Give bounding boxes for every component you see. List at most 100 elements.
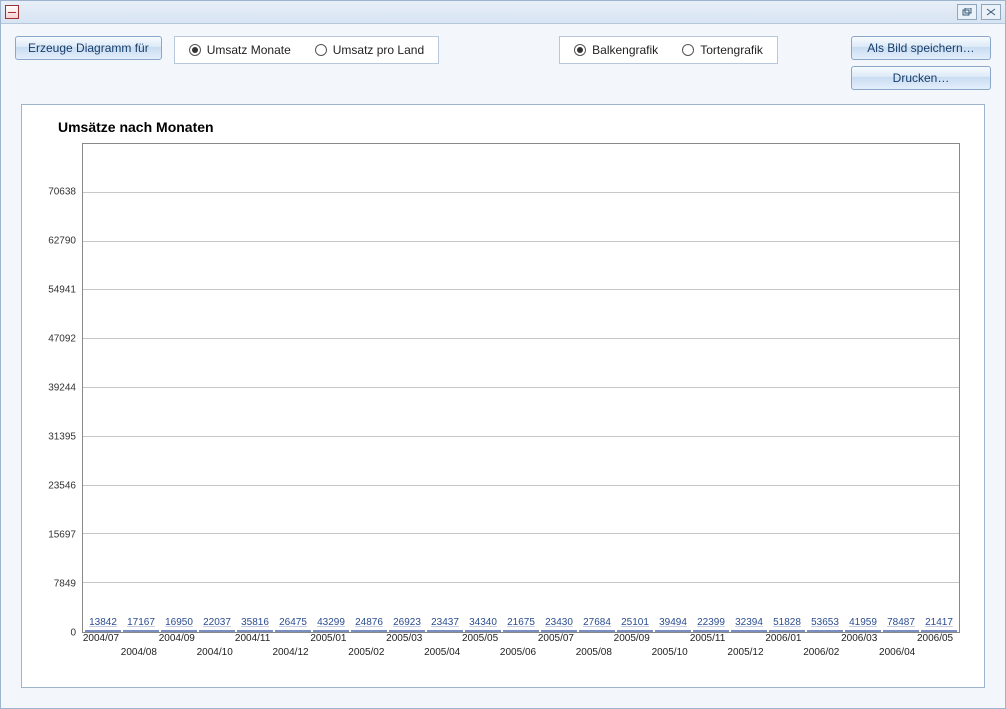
bar-value-label: 21675 xyxy=(507,617,535,628)
radio-balkengrafik[interactable]: Balkengrafik xyxy=(574,43,658,57)
grid-line xyxy=(83,387,959,388)
bar-value-label: 24876 xyxy=(355,617,383,628)
chart-type-option-group: Balkengrafik Tortengrafik xyxy=(559,36,778,64)
x-axis: 2004/072004/082004/092004/102004/112004/… xyxy=(82,633,954,673)
bar-slot: 23437 xyxy=(427,630,463,632)
plot-area: 1384217167169502203735816264754329924876… xyxy=(82,143,960,633)
x-labels: 2004/072004/082004/092004/102004/112004/… xyxy=(82,633,954,673)
grid-line xyxy=(83,485,959,486)
bar-slot: 26475 xyxy=(275,630,311,632)
x-tick-label: 2005/06 xyxy=(500,647,536,658)
bar-slot: 23430 xyxy=(541,630,577,632)
window-titlebar xyxy=(1,1,1005,24)
bar[interactable]: 21417 xyxy=(921,630,957,632)
bar[interactable]: 23437 xyxy=(427,630,463,632)
bar[interactable]: 51828 xyxy=(769,630,805,632)
radio-dot-icon xyxy=(189,44,201,56)
bar[interactable]: 78487 xyxy=(883,630,919,632)
bar[interactable]: 25101 xyxy=(617,630,653,632)
bar-value-label: 25101 xyxy=(621,617,649,628)
x-tick-label: 2005/09 xyxy=(614,633,650,644)
grid-line xyxy=(83,241,959,242)
bar[interactable]: 34340 xyxy=(465,630,501,632)
chart-panel: Umsätze nach Monaten 0784915697235463139… xyxy=(21,104,985,688)
x-tick-label: 2005/08 xyxy=(576,647,612,658)
bar[interactable]: 16950 xyxy=(161,630,197,632)
bar-value-label: 13842 xyxy=(89,617,117,628)
bar[interactable]: 27684 xyxy=(579,630,615,632)
bar-slot: 26923 xyxy=(389,630,425,632)
bar-slot: 17167 xyxy=(123,630,159,632)
bar[interactable]: 22037 xyxy=(199,630,235,632)
bar-value-label: 17167 xyxy=(127,617,155,628)
chart-plot: 0784915697235463139539244470925494162790… xyxy=(26,143,968,673)
bar-slot: 22399 xyxy=(693,630,729,632)
radio-umsatz-pro-land[interactable]: Umsatz pro Land xyxy=(315,43,424,57)
bar-slot: 21675 xyxy=(503,630,539,632)
y-tick-label: 31395 xyxy=(28,432,76,443)
bar[interactable]: 26475 xyxy=(275,630,311,632)
x-tick-label: 2004/07 xyxy=(83,633,119,644)
bar-slot: 24876 xyxy=(351,630,387,632)
bar[interactable]: 13842 xyxy=(85,630,121,632)
radio-tortengrafik[interactable]: Tortengrafik xyxy=(682,43,763,57)
bar-value-label: 78487 xyxy=(887,617,915,628)
bar-value-label: 39494 xyxy=(659,617,687,628)
bar-value-label: 51828 xyxy=(773,617,801,628)
generate-chart-button[interactable]: Erzeuge Diagramm für xyxy=(15,36,162,60)
radio-label: Umsatz Monate xyxy=(207,43,291,57)
bar-slot: 51828 xyxy=(769,630,805,632)
x-tick-label: 2006/02 xyxy=(803,647,839,658)
bar[interactable]: 32394 xyxy=(731,630,767,632)
close-icon[interactable] xyxy=(981,4,1001,20)
bar-slot: 16950 xyxy=(161,630,197,632)
bar[interactable]: 17167 xyxy=(123,630,159,632)
bar-slot: 13842 xyxy=(85,630,121,632)
grid-line xyxy=(83,582,959,583)
y-tick-label: 62790 xyxy=(28,236,76,247)
bar-value-label: 27684 xyxy=(583,617,611,628)
bar[interactable]: 23430 xyxy=(541,630,577,632)
x-tick-label: 2006/05 xyxy=(917,633,953,644)
radio-umsatz-monate[interactable]: Umsatz Monate xyxy=(189,43,291,57)
bar[interactable]: 22399 xyxy=(693,630,729,632)
bar-slot: 25101 xyxy=(617,630,653,632)
bar-slot: 78487 xyxy=(883,630,919,632)
bar[interactable]: 21675 xyxy=(503,630,539,632)
bar[interactable]: 35816 xyxy=(237,630,273,632)
radio-dot-icon xyxy=(574,44,586,56)
bar-value-label: 43299 xyxy=(317,617,345,628)
x-tick-label: 2005/10 xyxy=(652,647,688,658)
grid-line xyxy=(83,533,959,534)
bar-value-label: 16950 xyxy=(165,617,193,628)
bar-value-label: 26923 xyxy=(393,617,421,628)
bar-value-label: 53653 xyxy=(811,617,839,628)
bar-value-label: 22399 xyxy=(697,617,725,628)
bar-value-label: 32394 xyxy=(735,617,763,628)
chart-title: Umsätze nach Monaten xyxy=(26,115,974,143)
bar[interactable]: 26923 xyxy=(389,630,425,632)
grid-line xyxy=(83,289,959,290)
radio-label: Balkengrafik xyxy=(592,43,658,57)
x-tick-label: 2005/02 xyxy=(348,647,384,658)
radio-label: Umsatz pro Land xyxy=(333,43,424,57)
bar[interactable]: 24876 xyxy=(351,630,387,632)
y-tick-label: 54941 xyxy=(28,285,76,296)
radio-label: Tortengrafik xyxy=(700,43,763,57)
print-button[interactable]: Drucken… xyxy=(851,66,991,90)
bar-slot: 21417 xyxy=(921,630,957,632)
y-tick-label: 47092 xyxy=(28,334,76,345)
restore-icon[interactable] xyxy=(957,4,977,20)
bar-value-label: 21417 xyxy=(925,617,953,628)
bar[interactable]: 41959 xyxy=(845,630,881,632)
bar-value-label: 41959 xyxy=(849,617,877,628)
bar[interactable]: 53653 xyxy=(807,630,843,632)
grid-line xyxy=(83,436,959,437)
bar[interactable]: 43299 xyxy=(313,630,349,632)
bar[interactable]: 39494 xyxy=(655,630,691,632)
access-form-icon xyxy=(5,5,19,19)
x-tick-label: 2005/01 xyxy=(310,633,346,644)
save-as-image-button[interactable]: Als Bild speichern… xyxy=(851,36,991,60)
bar-value-label: 35816 xyxy=(241,617,269,628)
bar-slot: 43299 xyxy=(313,630,349,632)
